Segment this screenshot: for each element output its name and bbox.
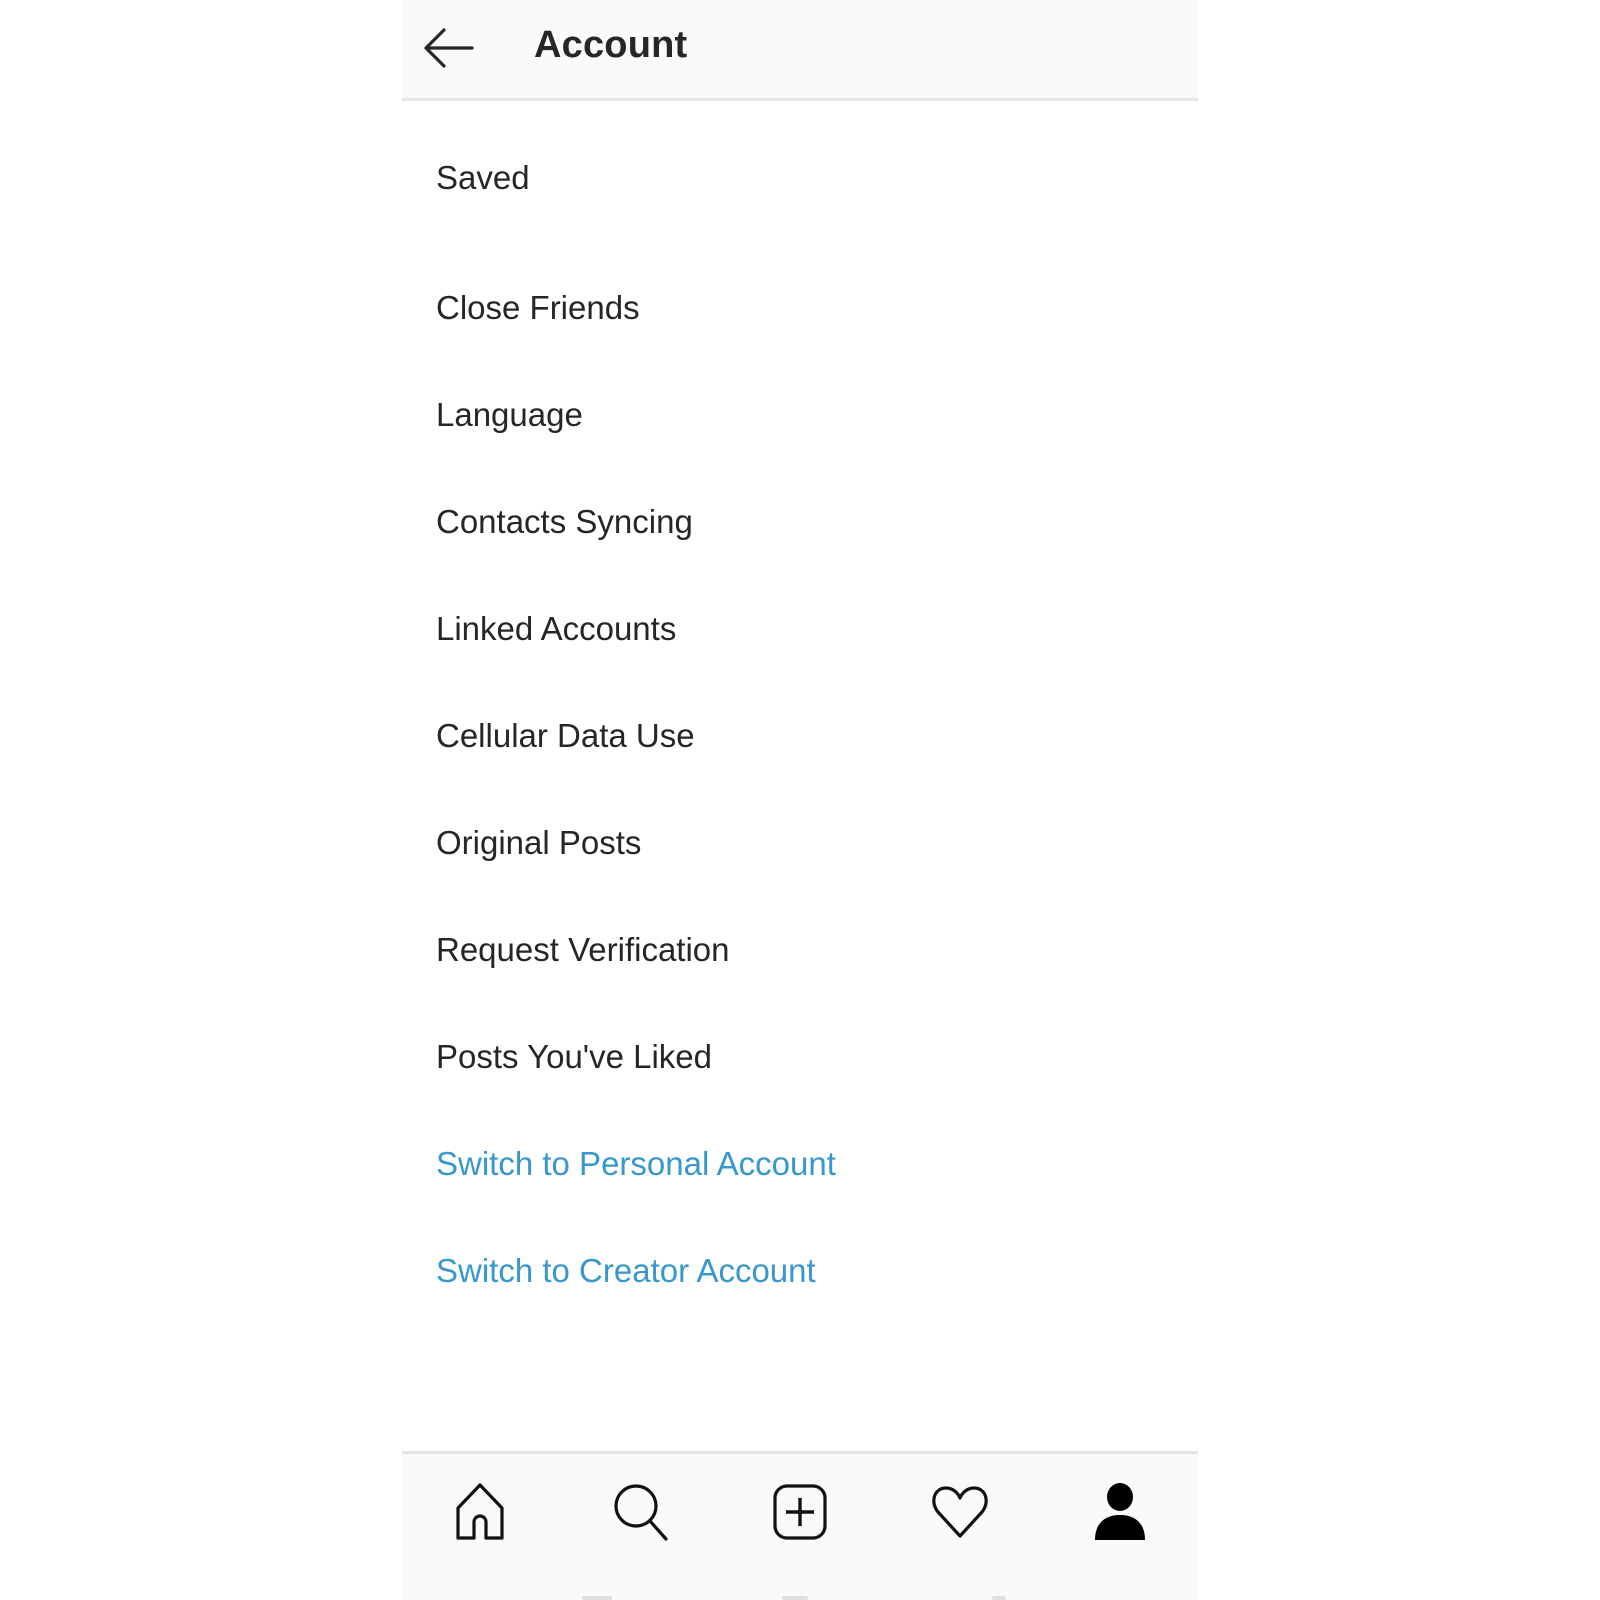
arrow-left-icon (424, 28, 474, 68)
nav-new-post-button[interactable] (770, 1482, 830, 1542)
home-icon (456, 1483, 504, 1540)
menu-item-saved[interactable]: Saved (402, 101, 1198, 254)
switch-to-creator-account-link[interactable]: Switch to Creator Account (402, 1217, 1198, 1324)
account-settings-screen: Account Saved Close Friends Language Con… (402, 0, 1198, 1600)
menu-item-contacts-syncing[interactable]: Contacts Syncing (402, 468, 1198, 575)
menu-item-original-posts[interactable]: Original Posts (402, 789, 1198, 896)
page-title: Account (534, 24, 688, 66)
bottom-navigation (402, 1451, 1198, 1600)
menu-item-cellular-data-use[interactable]: Cellular Data Use (402, 682, 1198, 789)
system-recents-button[interactable] (992, 1596, 1006, 1600)
search-icon (614, 1484, 668, 1541)
menu-item-posts-youve-liked[interactable]: Posts You've Liked (402, 1003, 1198, 1110)
system-home-button[interactable] (782, 1596, 808, 1600)
nav-search-button[interactable] (610, 1482, 670, 1542)
nav-profile-button[interactable] (1090, 1482, 1150, 1542)
menu-item-request-verification[interactable]: Request Verification (402, 896, 1198, 1003)
heart-icon (932, 1486, 988, 1538)
menu-item-linked-accounts[interactable]: Linked Accounts (402, 575, 1198, 682)
profile-icon (1095, 1483, 1145, 1540)
menu-item-language[interactable]: Language (402, 361, 1198, 468)
account-menu: Saved Close Friends Language Contacts Sy… (402, 101, 1198, 1324)
nav-activity-button[interactable] (930, 1482, 990, 1542)
top-bar: Account (402, 0, 1198, 101)
switch-to-personal-account-link[interactable]: Switch to Personal Account (402, 1110, 1198, 1217)
system-back-button[interactable] (582, 1596, 612, 1600)
back-button[interactable] (420, 22, 480, 74)
menu-item-close-friends[interactable]: Close Friends (402, 254, 1198, 361)
nav-home-button[interactable] (450, 1482, 510, 1542)
add-post-icon (773, 1484, 827, 1540)
